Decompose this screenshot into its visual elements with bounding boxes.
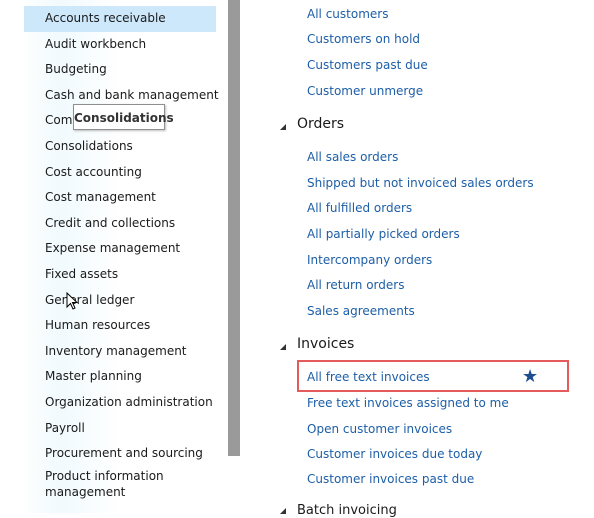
module-item-payroll[interactable]: Payroll [24, 416, 216, 442]
module-item-product-information-management[interactable]: Product information management [24, 467, 216, 502]
module-item-consolidations[interactable]: Consolidations [24, 134, 216, 160]
link-shipped-not-invoiced[interactable]: Shipped but not invoiced sales orders [307, 176, 534, 190]
module-item-inventory-management[interactable]: Inventory management [24, 339, 216, 365]
module-item-cost-management[interactable]: Cost management [24, 185, 216, 211]
link-all-return-orders[interactable]: All return orders [307, 278, 404, 292]
link-all-fulfilled-orders[interactable]: All fulfilled orders [307, 201, 412, 215]
triangle-down-icon[interactable] [280, 344, 286, 350]
link-intercompany-orders[interactable]: Intercompany orders [307, 253, 432, 267]
link-all-sales-orders[interactable]: All sales orders [307, 150, 398, 164]
link-all-customers[interactable]: All customers [307, 7, 388, 21]
module-item-budgeting[interactable]: Budgeting [24, 57, 216, 83]
module-list: Accounts receivable Audit workbench Budg… [24, 6, 219, 502]
triangle-down-icon[interactable] [280, 124, 286, 130]
module-item-procurement-and-sourcing[interactable]: Procurement and sourcing [24, 441, 216, 467]
link-customers-on-hold[interactable]: Customers on hold [307, 32, 420, 46]
star-icon[interactable]: ★ [522, 366, 538, 387]
module-item-credit-and-collections[interactable]: Credit and collections [24, 211, 216, 237]
module-item-general-ledger[interactable]: General ledger [24, 288, 216, 314]
module-item-cost-accounting[interactable]: Cost accounting [24, 160, 216, 186]
module-item-organization-administration[interactable]: Organization administration [24, 390, 216, 416]
workspace-links-panel: All customers Customers on hold Customer… [240, 0, 594, 518]
link-free-text-invoices-assigned[interactable]: Free text invoices assigned to me [307, 396, 509, 410]
section-header-batch-invoicing[interactable]: Batch invoicing [297, 503, 397, 518]
module-item-audit-workbench[interactable]: Audit workbench [24, 32, 216, 58]
section-header-orders[interactable]: Orders [297, 116, 344, 132]
module-navigation-panel: Accounts receivable Audit workbench Budg… [0, 0, 228, 513]
module-item-human-resources[interactable]: Human resources [24, 313, 216, 339]
link-open-customer-invoices[interactable]: Open customer invoices [307, 422, 452, 436]
link-all-free-text-invoices[interactable]: All free text invoices [307, 370, 430, 384]
scrollbar[interactable] [228, 0, 240, 456]
link-all-partially-picked-orders[interactable]: All partially picked orders [307, 227, 460, 241]
link-customer-invoices-past-due[interactable]: Customer invoices past due [307, 472, 474, 486]
link-customer-unmerge[interactable]: Customer unmerge [307, 84, 423, 98]
module-item-expense-management[interactable]: Expense management [24, 236, 216, 262]
tooltip-consolidations: Consolidations [73, 104, 174, 130]
module-item-fixed-assets[interactable]: Fixed assets [24, 262, 216, 288]
link-sales-agreements[interactable]: Sales agreements [307, 304, 415, 318]
module-item-master-planning[interactable]: Master planning [24, 364, 216, 390]
section-header-invoices[interactable]: Invoices [297, 336, 354, 352]
triangle-down-icon[interactable] [280, 508, 286, 514]
module-item-accounts-receivable[interactable]: Accounts receivable [24, 6, 216, 32]
mouse-pointer-icon [66, 292, 78, 310]
link-customer-invoices-due-today[interactable]: Customer invoices due today [307, 447, 482, 461]
scrollbar-gap [228, 456, 240, 513]
link-customers-past-due[interactable]: Customers past due [307, 58, 428, 72]
